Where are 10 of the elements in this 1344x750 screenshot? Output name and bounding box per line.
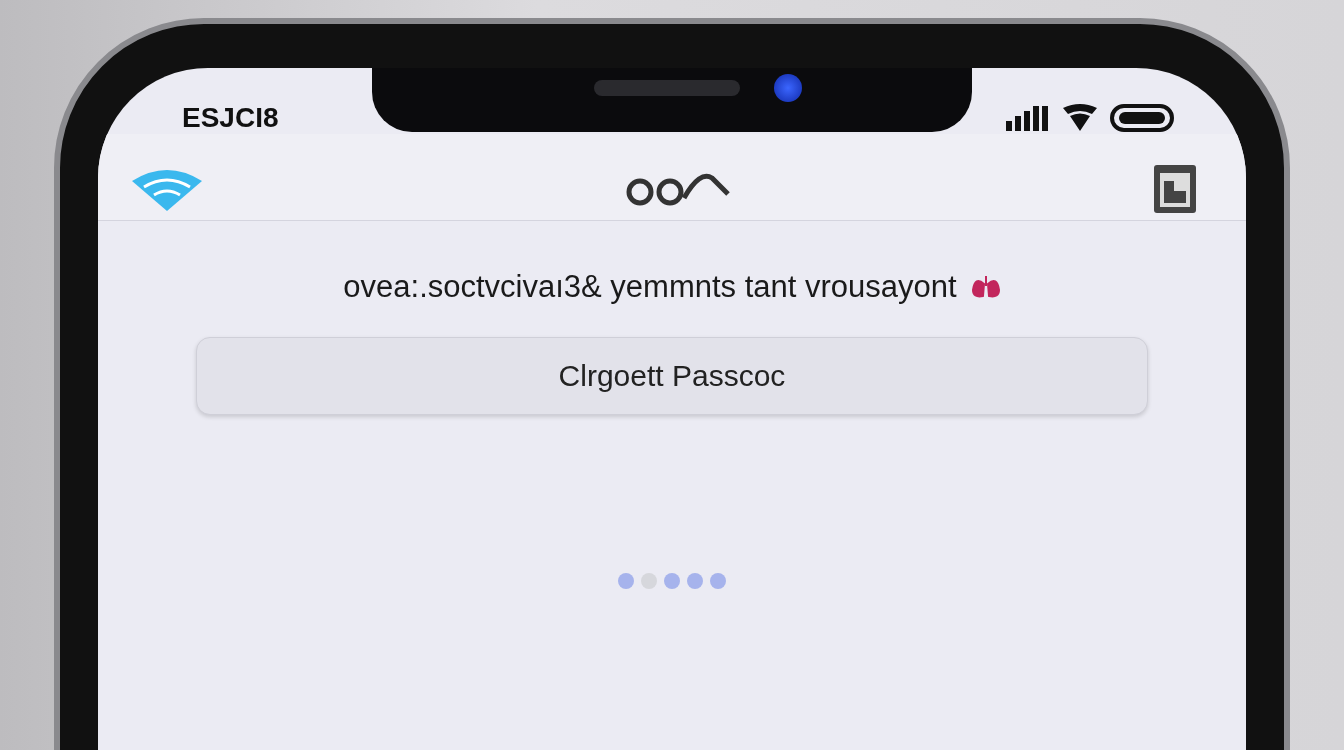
logo-icon [624, 172, 732, 206]
battery-icon [1110, 104, 1174, 132]
signal-icon [1006, 105, 1050, 131]
message-text: ovea:.soctvcivaı3& yemmnts tant vrousayont [343, 269, 957, 305]
status-time: ESJCI8 [182, 102, 279, 134]
camera-icon [774, 74, 802, 102]
lungs-icon [970, 274, 1001, 300]
wifi-icon [1062, 104, 1098, 132]
document-icon[interactable] [1152, 163, 1198, 215]
forgot-passcode-button[interactable]: Clrgoett Passcoc [196, 337, 1148, 415]
